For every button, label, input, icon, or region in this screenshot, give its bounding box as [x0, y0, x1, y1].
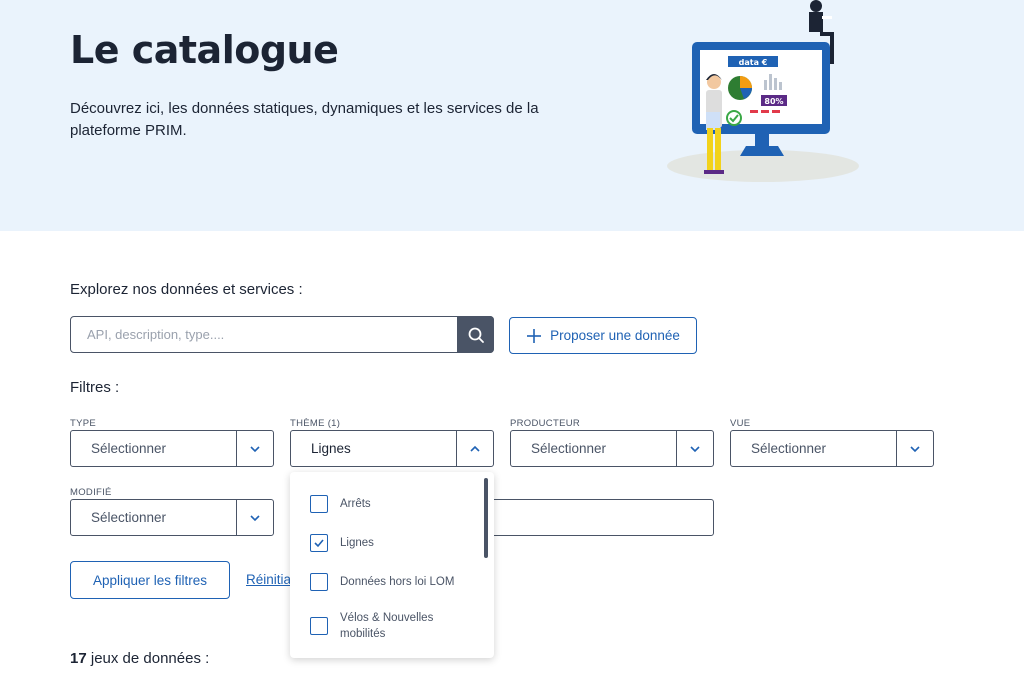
filter-type-toggle[interactable]: [236, 431, 273, 466]
filter-modified-label: MODIFIÉ: [70, 487, 112, 498]
filter-type-label: TYPE: [70, 418, 97, 429]
filter-producer-label: PRODUCTEUR: [510, 418, 581, 429]
check-icon: [314, 539, 324, 548]
propose-data-button[interactable]: Proposer une donnée: [509, 317, 697, 354]
plus-icon: [527, 328, 542, 343]
filter-text-input[interactable]: [490, 499, 714, 536]
screen-label: data €: [739, 58, 768, 67]
filter-view-value: Sélectionner: [751, 441, 827, 456]
theme-option-velos[interactable]: Vélos & Nouvelles mobilités: [310, 609, 460, 642]
chevron-down-icon: [910, 445, 920, 452]
filter-type-value: Sélectionner: [91, 441, 167, 456]
filter-view-label: VUE: [730, 418, 751, 429]
results-count-suffix: jeux de données :: [86, 650, 210, 667]
filter-producer-select[interactable]: Sélectionner: [510, 430, 714, 467]
catalogue-illustration: data € 80%: [667, 0, 859, 182]
filter-view-toggle[interactable]: [896, 431, 933, 466]
results-count: 17 jeux de données :: [70, 650, 209, 667]
checkbox[interactable]: [310, 617, 328, 635]
filter-producer-value: Sélectionner: [531, 441, 607, 456]
results-count-number: 17: [70, 650, 87, 667]
checkbox[interactable]: [310, 573, 328, 591]
chevron-down-icon: [250, 514, 260, 521]
filter-type-select[interactable]: Sélectionner: [70, 430, 274, 467]
reset-filters-link[interactable]: Réinitialiser: [246, 572, 292, 587]
theme-option-label: Données hors loi LOM: [340, 576, 455, 588]
checkbox[interactable]: [310, 495, 328, 513]
theme-option-label: Lignes: [340, 537, 374, 549]
filter-theme-label: THÈME (1): [290, 418, 341, 429]
search-button[interactable]: [457, 316, 494, 353]
explore-label: Explorez nos données et services :: [70, 281, 303, 298]
theme-option-lignes[interactable]: Lignes: [310, 534, 460, 552]
filter-modified-select[interactable]: Sélectionner: [70, 499, 274, 536]
filter-modified-value: Sélectionner: [91, 510, 167, 525]
page-description: Découvrez ici, les données statiques, dy…: [70, 100, 539, 139]
apply-filters-button[interactable]: Appliquer les filtres: [70, 561, 230, 599]
checkbox-checked[interactable]: [310, 534, 328, 552]
dropdown-scrollbar[interactable]: [484, 478, 488, 558]
filter-theme-select[interactable]: Lignes: [290, 430, 494, 467]
search-icon: [468, 327, 484, 343]
filter-theme-value: Lignes: [311, 441, 351, 456]
search-input[interactable]: [71, 317, 459, 352]
chevron-down-icon: [690, 445, 700, 452]
theme-option-arrets[interactable]: Arrêts: [310, 495, 460, 513]
filter-view-select[interactable]: Sélectionner: [730, 430, 934, 467]
page-title: Le catalogue: [70, 28, 339, 72]
hero-banner: Le catalogue Découvrez ici, les données …: [0, 0, 1024, 231]
search-box: [70, 316, 494, 353]
filters-label: Filtres :: [70, 379, 120, 396]
chevron-down-icon: [250, 445, 260, 452]
theme-option-label: Arrêts: [340, 498, 371, 510]
screen-badge: 80%: [764, 97, 783, 106]
theme-option-label: Vélos & Nouvelles mobilités: [340, 612, 434, 640]
filter-producer-toggle[interactable]: [676, 431, 713, 466]
filter-theme-toggle[interactable]: [456, 431, 493, 466]
theme-dropdown: Arrêts Lignes Données hors loi LOM Vélos…: [290, 472, 494, 658]
theme-option-hors-lom[interactable]: Données hors loi LOM: [310, 573, 460, 591]
propose-data-label: Proposer une donnée: [550, 328, 680, 343]
filter-modified-toggle[interactable]: [236, 500, 273, 535]
chevron-up-icon: [470, 445, 480, 452]
